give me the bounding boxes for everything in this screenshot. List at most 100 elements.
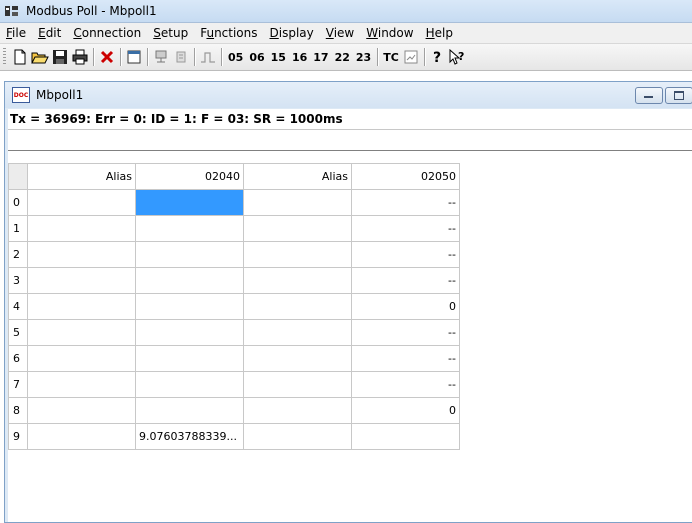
grid-cell[interactable]: -- <box>351 345 460 372</box>
grid-cell[interactable] <box>27 293 136 320</box>
grid-cell[interactable]: -- <box>351 319 460 346</box>
toolbar-grip[interactable] <box>3 48 6 66</box>
print-icon[interactable] <box>70 47 90 67</box>
row-header: 8 <box>8 397 28 424</box>
menu-view[interactable]: View <box>320 26 360 40</box>
row-header: 4 <box>8 293 28 320</box>
svg-text:?: ? <box>433 50 441 65</box>
fc-16-button[interactable]: 16 <box>289 51 310 64</box>
grid-cell[interactable]: -- <box>351 189 460 216</box>
column-header-02050[interactable]: 02050 <box>351 163 460 190</box>
child-client-area: Tx = 36969: Err = 0: ID = 1: F = 03: SR … <box>5 109 692 522</box>
fc-17-button[interactable]: 17 <box>310 51 331 64</box>
toolbar-separator <box>93 48 94 66</box>
monitor-icon[interactable] <box>401 47 421 67</box>
column-header-02040[interactable]: 02040 <box>135 163 244 190</box>
grid-cell[interactable] <box>243 371 352 398</box>
window-title: Modbus Poll - Mbpoll1 <box>26 4 157 18</box>
menu-edit[interactable]: Edit <box>32 26 67 40</box>
menu-window[interactable]: Window <box>360 26 419 40</box>
row-header: 5 <box>8 319 28 346</box>
close-icon[interactable] <box>97 47 117 67</box>
grid-cell[interactable] <box>135 267 244 294</box>
grid-cell[interactable] <box>243 241 352 268</box>
grid-cell[interactable]: -- <box>351 267 460 294</box>
save-icon[interactable] <box>50 47 70 67</box>
grid-cell[interactable] <box>27 215 136 242</box>
connect-icon[interactable] <box>151 47 171 67</box>
toolbar: 05 06 15 16 17 22 23 TC ? ? <box>0 44 692 71</box>
fc-06-button[interactable]: 06 <box>246 51 267 64</box>
grid-cell[interactable] <box>135 215 244 242</box>
column-header-alias-1[interactable]: Alias <box>27 163 136 190</box>
grid-cell[interactable] <box>27 423 136 450</box>
toolbar-separator <box>194 48 195 66</box>
grid-cell[interactable] <box>243 319 352 346</box>
child-title-bar[interactable]: DOC Mbpoll1 <box>5 82 692 108</box>
grid-cell[interactable] <box>243 397 352 424</box>
grid-cell[interactable]: 0 <box>351 293 460 320</box>
row-header: 7 <box>8 371 28 398</box>
grid-cell[interactable]: -- <box>351 241 460 268</box>
grid-cell[interactable] <box>27 267 136 294</box>
grid-cell[interactable] <box>27 345 136 372</box>
menu-setup[interactable]: Setup <box>147 26 194 40</box>
grid-cell[interactable] <box>27 241 136 268</box>
fc-15-button[interactable]: 15 <box>268 51 289 64</box>
row-header: 6 <box>8 345 28 372</box>
toolbar-separator <box>377 48 379 66</box>
grid-cell[interactable] <box>27 397 136 424</box>
menu-display[interactable]: Display <box>264 26 320 40</box>
menu-functions[interactable]: Functions <box>194 26 263 40</box>
grid-cell[interactable] <box>243 267 352 294</box>
maximize-button[interactable] <box>665 87 692 104</box>
context-help-icon[interactable]: ? <box>448 47 468 67</box>
menu-connection[interactable]: Connection <box>67 26 147 40</box>
disconnect-icon[interactable] <box>171 47 191 67</box>
poll-status-line: Tx = 36969: Err = 0: ID = 1: F = 03: SR … <box>8 109 692 130</box>
new-icon[interactable] <box>10 47 30 67</box>
grid-cell[interactable] <box>27 319 136 346</box>
table-row: 5 -- <box>8 319 460 346</box>
grid-cell-selected[interactable] <box>135 189 244 216</box>
minimize-button[interactable] <box>635 87 663 104</box>
column-header-alias-2[interactable]: Alias <box>243 163 352 190</box>
document-icon: DOC <box>12 87 30 103</box>
grid-cell[interactable] <box>243 423 352 450</box>
grid-cell[interactable]: 9.07603788339... <box>135 423 244 450</box>
tc-button[interactable]: TC <box>381 51 401 64</box>
fc-05-button[interactable]: 05 <box>225 51 246 64</box>
grid-cell[interactable] <box>351 423 460 450</box>
grid-cell[interactable] <box>135 241 244 268</box>
menu-help[interactable]: Help <box>420 26 459 40</box>
row-header: 3 <box>8 267 28 294</box>
grid-cell[interactable]: -- <box>351 371 460 398</box>
register-grid: Alias 02040 Alias 02050 0 -- 1 -- 2 -- 3… <box>8 163 460 450</box>
grid-cell[interactable] <box>243 345 352 372</box>
grid-cell[interactable] <box>27 371 136 398</box>
mdi-workspace: DOC Mbpoll1 Tx = 36969: Err = 0: ID = 1:… <box>0 71 692 523</box>
window-icon[interactable] <box>124 47 144 67</box>
grid-cell[interactable] <box>135 319 244 346</box>
fc-22-button[interactable]: 22 <box>332 51 353 64</box>
single-poll-icon[interactable] <box>198 47 218 67</box>
table-row: 3 -- <box>8 267 460 294</box>
open-icon[interactable] <box>30 47 50 67</box>
grid-cell[interactable] <box>27 189 136 216</box>
grid-cell[interactable] <box>135 371 244 398</box>
grid-cell[interactable]: -- <box>351 215 460 242</box>
grid-cell[interactable] <box>243 215 352 242</box>
help-icon[interactable]: ? <box>428 47 448 67</box>
grid-cell[interactable]: 0 <box>351 397 460 424</box>
grid-cell[interactable] <box>243 189 352 216</box>
child-window-title: Mbpoll1 <box>36 88 84 102</box>
fc-23-button[interactable]: 23 <box>353 51 374 64</box>
grid-cell[interactable] <box>135 397 244 424</box>
app-icon <box>4 4 20 18</box>
table-row: 9 9.07603788339... <box>8 423 460 450</box>
menu-file[interactable]: File <box>0 26 32 40</box>
svg-text:?: ? <box>458 50 464 63</box>
grid-cell[interactable] <box>135 293 244 320</box>
grid-cell[interactable] <box>135 345 244 372</box>
grid-cell[interactable] <box>243 293 352 320</box>
